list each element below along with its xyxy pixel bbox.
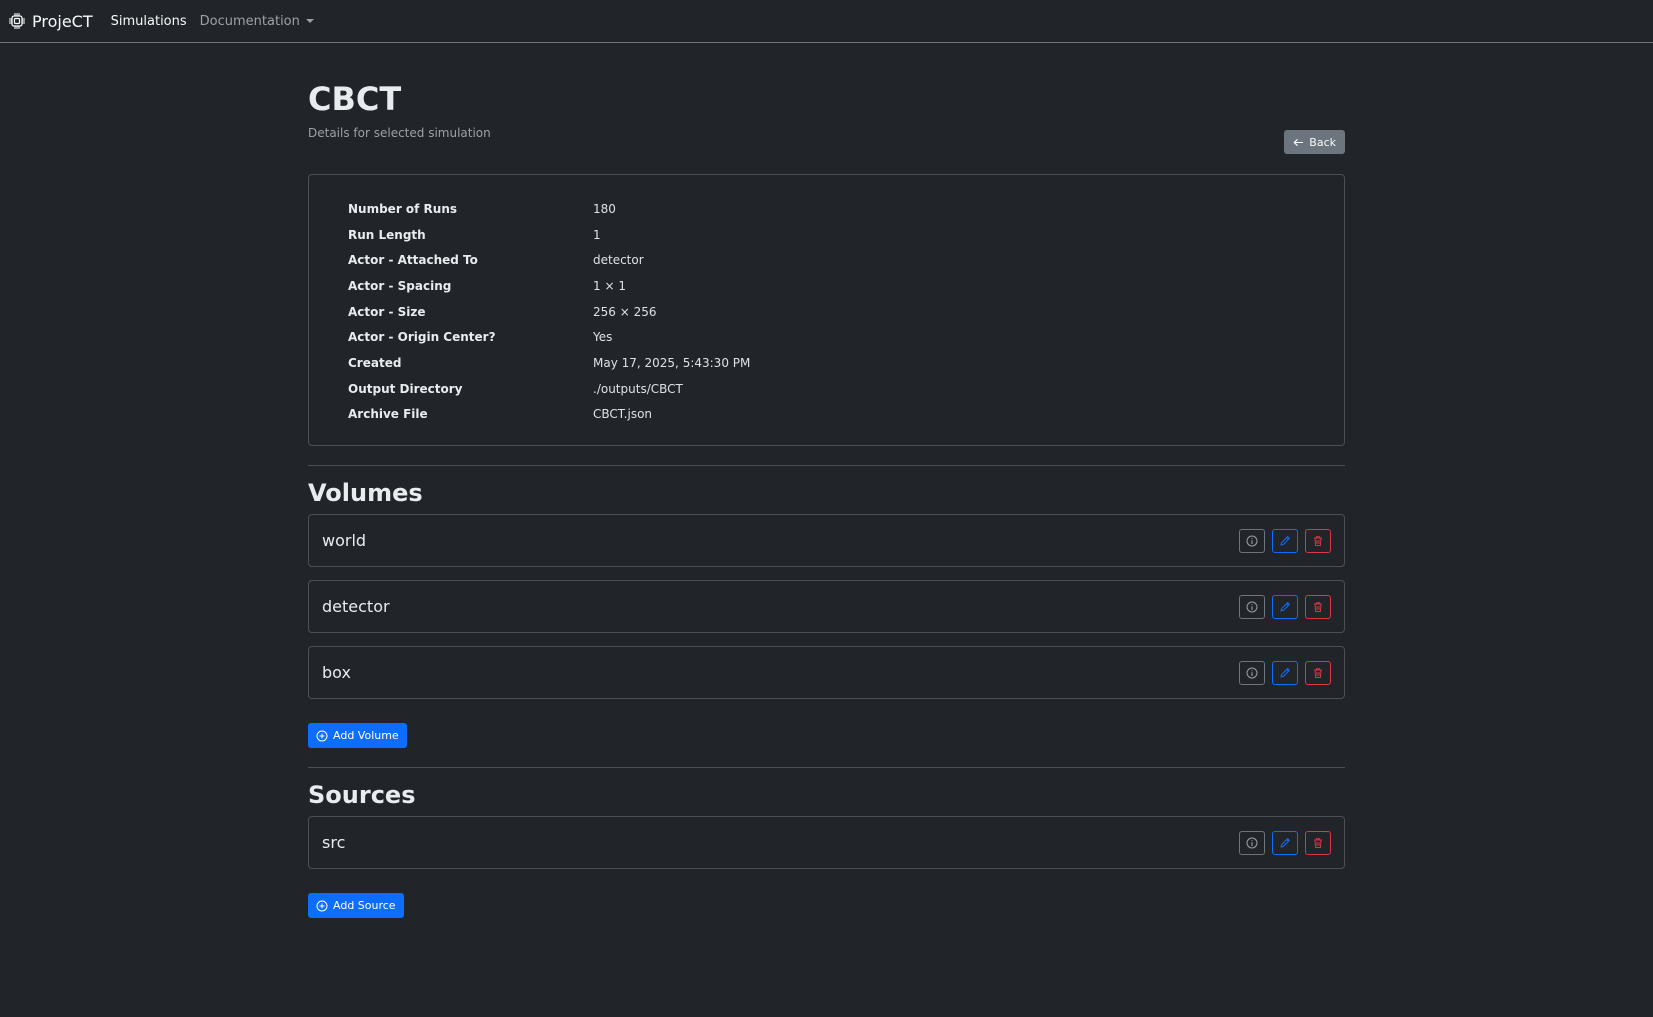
detail-value: 256 × 256 <box>593 304 657 319</box>
detail-value: 1 × 1 <box>593 278 626 293</box>
detail-row: Archive File CBCT.json <box>348 402 1305 428</box>
top-navbar: ProjeCT Simulations Documentation <box>0 0 1653 43</box>
detail-value: May 17, 2025, 5:43:30 PM <box>593 355 751 370</box>
detail-value: CBCT.json <box>593 407 653 422</box>
trash-icon <box>1314 601 1322 612</box>
simulation-details-card: Number of Runs 180 Run Length 1 Actor - … <box>308 174 1345 447</box>
detail-row: Run Length 1 <box>348 222 1305 248</box>
arrow-left-icon <box>1293 138 1304 146</box>
detail-label: Actor - Spacing <box>348 278 452 293</box>
detail-row: Actor - Attached To detector <box>348 247 1305 273</box>
volume-name: detector <box>322 597 390 617</box>
nav-simulations[interactable]: Simulations <box>111 14 187 29</box>
info-button[interactable] <box>1239 830 1265 855</box>
detail-label: Actor - Origin Center? <box>348 330 496 345</box>
detail-row: Created May 17, 2025, 5:43:30 PM <box>348 350 1305 376</box>
back-button[interactable]: Back <box>1284 130 1345 154</box>
page-title: CBCT <box>308 80 402 118</box>
brand-link[interactable]: ProjeCT <box>8 12 93 31</box>
add-volume-button[interactable]: Add Volume <box>308 723 407 749</box>
detail-row: Output Directory ./outputs/CBCT <box>348 376 1305 402</box>
volumes-list: world detector box <box>308 514 1345 700</box>
main-container: CBCT Details for selected simulation Bac… <box>308 43 1345 919</box>
info-button[interactable] <box>1239 528 1265 553</box>
detail-label: Actor - Attached To <box>348 253 478 268</box>
detail-label: Archive File <box>348 407 428 422</box>
detail-label: Run Length <box>348 227 426 242</box>
info-button[interactable] <box>1239 594 1265 619</box>
item-actions <box>1239 830 1331 855</box>
delete-button[interactable] <box>1305 594 1331 619</box>
plus-circle-icon <box>316 900 328 912</box>
detail-label: Created <box>348 355 402 370</box>
detail-row: Actor - Origin Center? Yes <box>348 324 1305 350</box>
page-subtitle: Details for selected simulation <box>308 126 491 140</box>
detail-value: detector <box>593 253 644 268</box>
edit-button[interactable] <box>1272 594 1298 619</box>
edit-button[interactable] <box>1272 660 1298 685</box>
edit-button[interactable] <box>1272 528 1298 553</box>
section-divider <box>308 767 1345 769</box>
add-source-label: Add Source <box>333 899 396 913</box>
detail-value: Yes <box>593 330 613 345</box>
sources-list: src <box>308 816 1345 870</box>
trash-icon <box>1314 535 1322 546</box>
delete-button[interactable] <box>1305 830 1331 855</box>
detail-value: ./outputs/CBCT <box>593 381 683 396</box>
cpu-icon <box>9 13 25 29</box>
pencil-icon <box>1280 837 1291 848</box>
edit-button[interactable] <box>1272 830 1298 855</box>
item-actions <box>1239 660 1331 685</box>
back-button-label: Back <box>1309 135 1336 149</box>
volumes-heading: Volumes <box>308 479 423 508</box>
info-button[interactable] <box>1239 660 1265 685</box>
volume-name: box <box>322 663 351 683</box>
detail-row: Actor - Size 256 × 256 <box>348 299 1305 325</box>
detail-value: 180 <box>593 201 616 216</box>
detail-label: Number of Runs <box>348 201 458 216</box>
info-circle-icon <box>1246 535 1258 547</box>
trash-icon <box>1314 667 1322 678</box>
volume-item: world <box>308 514 1345 568</box>
info-circle-icon <box>1246 601 1258 613</box>
caret-down-icon <box>305 19 314 23</box>
nav-documentation-dropdown[interactable]: Documentation <box>200 14 314 29</box>
item-actions <box>1239 594 1331 619</box>
info-circle-icon <box>1246 667 1258 679</box>
pencil-icon <box>1280 535 1291 546</box>
source-name: src <box>322 833 346 853</box>
brand-name: ProjeCT <box>32 11 93 31</box>
pencil-icon <box>1280 601 1291 612</box>
detail-value: 1 <box>593 227 601 242</box>
delete-button[interactable] <box>1305 660 1331 685</box>
detail-row: Number of Runs 180 <box>348 196 1305 222</box>
volume-name: world <box>322 531 367 551</box>
add-volume-label: Add Volume <box>333 729 399 743</box>
volume-item: box <box>308 646 1345 700</box>
detail-row: Actor - Spacing 1 × 1 <box>348 273 1305 299</box>
delete-button[interactable] <box>1305 528 1331 553</box>
trash-icon <box>1314 837 1322 848</box>
detail-label: Actor - Size <box>348 304 426 319</box>
sources-heading: Sources <box>308 781 416 810</box>
volume-item: detector <box>308 580 1345 634</box>
nav-documentation-label: Documentation <box>199 13 300 29</box>
item-actions <box>1239 528 1331 553</box>
section-divider <box>308 465 1345 467</box>
detail-label: Output Directory <box>348 381 463 396</box>
pencil-icon <box>1280 667 1291 678</box>
add-source-button[interactable]: Add Source <box>308 893 404 919</box>
source-item: src <box>308 816 1345 870</box>
plus-circle-icon <box>316 730 328 742</box>
info-circle-icon <box>1246 837 1258 849</box>
